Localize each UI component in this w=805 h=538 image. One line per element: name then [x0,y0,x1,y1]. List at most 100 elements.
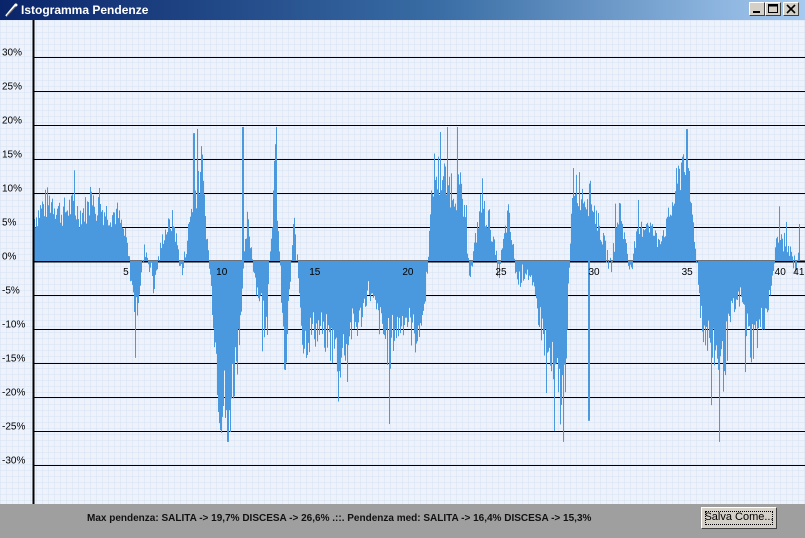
slope-bar [668,207,669,261]
window-title: Istogramma Pendenze [21,3,149,17]
slope-bar [589,183,590,261]
slope-bar [237,261,238,375]
slope-bar [556,261,557,364]
slope-bar [663,230,664,261]
slope-bar [229,261,230,411]
slope-bar [712,261,713,358]
slope-bar [756,261,757,322]
slope-bar [276,127,277,261]
slope-bar [774,261,775,264]
slope-bar [426,261,427,272]
y-tick-label: 10% [2,184,22,195]
slope-bar [206,239,207,261]
slope-bar [116,208,117,261]
slope-bar [341,261,342,358]
slope-bar [535,261,536,295]
slope-bar [581,199,582,261]
slope-bar [419,261,420,338]
slope-bar [62,225,63,261]
slope-bar [496,250,497,261]
slope-bar [334,261,335,349]
slope-bar [433,196,434,261]
slope-bar [353,261,354,314]
slope-bar [702,261,703,332]
slope-bar [492,241,493,261]
slope-bar [533,261,534,283]
slope-bar [424,261,425,304]
slope-bar [566,261,567,359]
slope-bar [184,251,185,261]
title-bar[interactable]: Istogramma Pendenze [0,0,805,20]
slope-bar [278,231,279,261]
slope-bar [762,261,763,330]
slope-bar [772,261,773,276]
slope-bar [158,256,159,261]
slope-bar [715,261,716,351]
slope-bar [559,261,560,369]
slope-bar [515,261,516,274]
slope-bar [786,221,787,261]
app-window: Istogramma Pendenze 30% 25% 20% 15% 10% 5% 0% -… [0,0,805,538]
slope-bar [275,144,276,261]
slope-bar [301,261,302,326]
slope-bar [329,261,330,333]
slope-bar [76,219,77,261]
slope-bar [214,261,215,348]
slope-bar [266,261,267,317]
slope-bar [593,212,594,261]
slope-bar [785,246,786,261]
slope-bar [777,236,778,261]
slope-bar [244,251,245,261]
save-as-button[interactable]: Salva Come... [701,507,777,529]
slope-bar [56,214,57,261]
slope-bar [91,191,92,261]
slope-bar [432,193,433,261]
slope-bar [338,261,339,402]
slope-bar [138,261,139,304]
slope-bar [89,215,90,261]
slope-bar [730,261,731,323]
slope-bar [110,222,111,261]
slope-bar [422,261,423,316]
slope-bar [277,220,278,261]
close-button[interactable] [783,2,799,16]
slope-bar [284,261,285,370]
slope-bar [134,261,135,313]
slope-bar [729,261,730,316]
y-tick-label: -30% [2,456,25,467]
slope-bar [580,210,581,261]
slope-bar [93,195,94,261]
slope-bar [104,212,105,261]
slope-bar-peak [588,261,590,421]
slope-bar [115,224,116,261]
slope-bar [516,261,517,272]
slope-bar [328,261,329,326]
slope-bar [330,261,331,361]
maximize-button[interactable] [765,2,781,16]
slope-bar [217,261,218,396]
slope-bar [659,239,660,261]
slope-bar [461,183,462,261]
slope-bar [522,261,523,265]
slope-bar [390,261,391,369]
slope-bar [480,194,481,261]
slope-bar [653,235,654,261]
slope-bar [755,261,756,329]
slope-bar [368,261,369,282]
slope-bar [337,261,338,372]
slope-bar [79,227,80,261]
slope-bar [644,230,645,261]
slope-bar [469,261,470,276]
minimize-icon [753,11,760,13]
slope-bar [255,261,256,278]
slope-bar [509,212,510,261]
slope-bar [283,261,284,327]
slope-bar [546,261,547,393]
slope-bar [129,256,130,261]
slope-bar [375,261,376,300]
slope-bar [261,261,262,294]
slope-bar [528,261,529,280]
slope-bar [672,202,673,261]
minimize-button[interactable] [749,2,765,16]
slope-bar [335,261,336,340]
